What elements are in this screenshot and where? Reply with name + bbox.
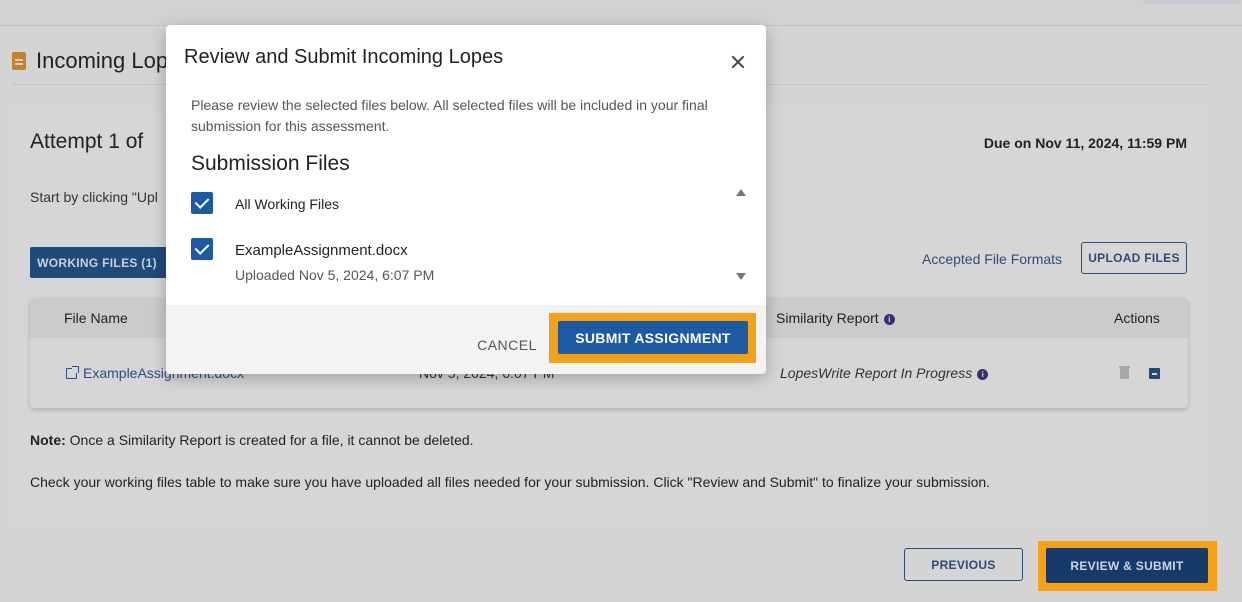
review-submit-button[interactable]: REVIEW & SUBMIT [1046,548,1208,583]
review-submit-modal: Review and Submit Incoming Lopes Please … [166,25,766,374]
due-date: Due on Nov 11, 2024, 11:59 PM [983,135,1187,151]
modal-title: Review and Submit Incoming Lopes [184,46,504,68]
start-instructions: Start by clicking "Upl [30,189,158,205]
page-header: Incoming Lopes [12,46,191,76]
header-similarity-label: Similarity Report [776,310,879,326]
report-status-text: LopesWrite Report In Progress [780,365,973,381]
submission-files-heading: Submission Files [191,152,350,175]
all-working-files-label: All Working Files [235,196,339,212]
header-similarity-report: Similarity Report i [776,310,895,326]
close-icon[interactable] [729,53,747,71]
check-instructions: Check your working files table to make s… [30,474,991,490]
note-label: Note: [30,432,66,448]
top-bar-pill [1142,0,1242,4]
previous-button[interactable]: PREVIOUS [904,548,1023,581]
report-status-cell: LopesWrite Report In Progress i [780,365,989,381]
cancel-button[interactable]: CANCEL [466,330,548,360]
external-link-icon [66,365,79,379]
trash-icon[interactable] [1119,366,1130,379]
header-file-name: File Name [64,310,128,326]
all-working-files-checkbox[interactable] [191,192,213,214]
scroll-up-arrow-icon[interactable] [736,189,746,196]
note-text: Once a Similarity Report is created for … [65,432,474,448]
attempt-label: Attempt 1 of [30,130,144,153]
info-icon[interactable]: i [883,313,895,325]
file-uploaded-date: Uploaded Nov 5, 2024, 6:07 PM [235,267,435,283]
accepted-file-formats-link[interactable]: Accepted File Formats [922,251,1062,267]
header-actions: Actions [1114,310,1160,326]
file-label: ExampleAssignment.docx [235,242,408,259]
tab-working-files[interactable]: WORKING FILES (1) [30,247,164,278]
similarity-note: Note: Once a Similarity Report is create… [30,432,474,448]
archive-icon[interactable] [1149,368,1160,379]
report-info-icon[interactable]: i [977,368,989,380]
modal-description: Please review the selected files below. … [191,97,708,134]
scroll-down-arrow-icon[interactable] [736,273,746,280]
top-bar [0,0,1242,26]
file-checkbox[interactable] [191,238,213,260]
document-icon [12,52,26,70]
submit-assignment-button[interactable]: SUBMIT ASSIGNMENT [558,321,748,354]
upload-files-button[interactable]: UPLOAD FILES [1081,242,1187,274]
